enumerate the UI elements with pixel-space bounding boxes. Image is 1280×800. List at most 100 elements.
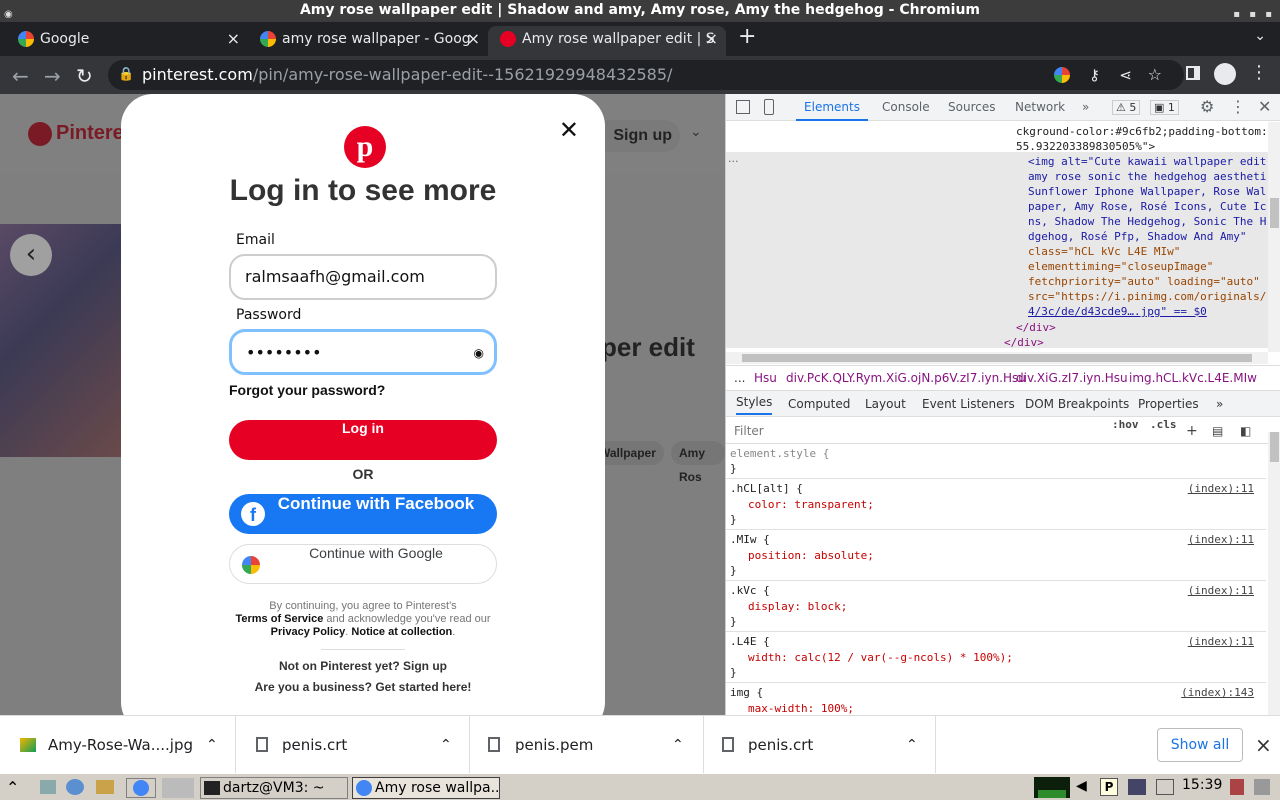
tab-computed[interactable]: Computed <box>788 391 850 417</box>
volume-icon[interactable]: ◀ <box>1076 778 1087 794</box>
globe-icon[interactable] <box>66 779 84 795</box>
rule-property[interactable]: max-width: 100%; <box>748 702 854 715</box>
tag-chip[interactable]: Amy Ros <box>671 441 725 484</box>
close-tab-icon[interactable]: × <box>227 26 240 52</box>
screenshot-icon[interactable] <box>1156 779 1174 795</box>
close-devtools-icon[interactable]: ✕ <box>1258 97 1271 116</box>
breadcrumb-ellipsis[interactable]: ... <box>734 366 745 390</box>
share-icon[interactable]: ⋖ <box>1119 60 1132 90</box>
style-rule[interactable]: .kVc { display: block; } (index):11 <box>726 582 1266 632</box>
device-toolbar-icon[interactable] <box>764 99 774 115</box>
breadcrumb-item[interactable]: div.PcK.QLY.Rym.XiG.ojN.p6V.zI7.iyn.Hsu <box>786 366 1026 390</box>
key-icon[interactable]: ⚷ <box>1089 60 1100 90</box>
google-lens-icon[interactable] <box>1054 67 1070 83</box>
chromium-launcher[interactable] <box>126 778 156 798</box>
tab-amy-rose-search[interactable]: amy rose wallpaper - Goog × <box>248 26 488 56</box>
back-chevron-icon[interactable]: ‹ <box>10 234 52 276</box>
inspect-element-icon[interactable] <box>736 100 750 114</box>
download-item[interactable]: Amy-Rose-Wa....jpg ⌃ <box>0 716 236 774</box>
lock-screen-icon[interactable] <box>1254 779 1270 795</box>
chevron-down-icon[interactable]: ⌄ <box>690 124 702 140</box>
more-tabs-icon[interactable]: » <box>1082 94 1089 121</box>
address-bar[interactable]: 🔒 pinterest.com/pin/amy-rose-wallpaper-e… <box>108 60 1184 90</box>
elements-horizontal-scrollbar[interactable] <box>726 352 1268 364</box>
blank-launcher[interactable] <box>162 778 194 798</box>
style-rule[interactable]: .L4E { width: calc(12 / var(--g-ncols) *… <box>726 633 1266 683</box>
issues-badge[interactable]: ▣ 1 <box>1150 100 1179 115</box>
node-ellipsis[interactable]: ... <box>728 152 739 165</box>
profile-avatar-icon[interactable] <box>1214 63 1236 85</box>
download-item[interactable]: penis.crt ⌃ <box>704 716 936 774</box>
email-field[interactable]: ralmsaafh@gmail.com <box>229 254 497 300</box>
tab-properties[interactable]: Properties <box>1138 391 1199 417</box>
bookmark-star-icon[interactable]: ☆ <box>1148 60 1162 90</box>
hover-state-toggle[interactable]: :hov <box>1112 418 1139 431</box>
reload-icon[interactable]: ↻ <box>76 64 93 88</box>
elements-tree[interactable]: ... ckground-color:#9c6fb2;padding-botto… <box>726 122 1268 352</box>
notice-at-collection-link[interactable]: Notice at collection <box>351 626 452 638</box>
chevron-up-icon[interactable]: ⌃ <box>206 716 218 774</box>
tab-elements[interactable]: Elements <box>796 94 868 121</box>
tab-sources[interactable]: Sources <box>948 94 995 121</box>
taskbar-chromium[interactable]: Amy rose wallpa... <box>352 777 500 799</box>
styles-filter-input[interactable]: Filter <box>734 418 764 444</box>
back-arrow-icon[interactable]: ← <box>12 64 29 88</box>
styles-scrollbar[interactable] <box>1268 432 1280 715</box>
rule-source-link[interactable]: (index):143 <box>1181 686 1254 699</box>
style-rule[interactable]: .hCL[alt] { color: transparent; } (index… <box>726 480 1266 530</box>
chevron-up-icon[interactable]: ⌃ <box>906 716 918 774</box>
rule-property[interactable]: display: block; <box>748 600 847 613</box>
folder-icon[interactable] <box>96 780 114 794</box>
tab-dom-breakpoints[interactable]: DOM Breakpoints <box>1025 391 1129 417</box>
show-password-eye-icon[interactable]: ◉ <box>474 332 484 374</box>
download-item[interactable]: penis.crt ⌃ <box>236 716 470 774</box>
more-panels-icon[interactable]: » <box>1216 391 1223 417</box>
chevron-up-icon[interactable]: ⌃ <box>440 716 452 774</box>
side-panel-icon[interactable] <box>1186 66 1200 80</box>
toggle-sidebar-icon[interactable]: ◧ <box>1240 418 1251 444</box>
rule-property[interactable]: color: transparent; <box>748 498 874 511</box>
close-tab-icon[interactable]: × <box>705 26 718 52</box>
show-desktop-icon[interactable] <box>40 780 56 794</box>
tab-layout[interactable]: Layout <box>865 391 906 417</box>
clipboard-icon[interactable]: P <box>1100 778 1118 796</box>
scrollbar-thumb[interactable] <box>1270 432 1279 462</box>
scrollbar-thumb[interactable] <box>742 354 1252 362</box>
code-line[interactable]: 4/3c/de/d43cde9….jpg" == $0 <box>1028 304 1207 319</box>
signup-link[interactable]: Not on Pinterest yet? Sign up <box>121 659 605 673</box>
business-link[interactable]: Are you a business? Get started here! <box>121 680 605 694</box>
terms-of-service-link[interactable]: Terms of Service <box>235 613 323 625</box>
tab-event-listeners[interactable]: Event Listeners <box>922 391 1015 417</box>
show-all-button[interactable]: Show all <box>1157 728 1243 762</box>
start-menu-icon[interactable]: ⌃ <box>6 778 19 797</box>
breadcrumb-item-selected[interactable]: img.hCL.kVc.L4E.MIw <box>1129 366 1257 390</box>
tab-network[interactable]: Network <box>1015 94 1065 121</box>
rule-source-link[interactable]: (index):11 <box>1188 584 1254 597</box>
login-button[interactable]: Log in <box>229 420 497 460</box>
close-modal-icon[interactable]: ✕ <box>559 116 579 144</box>
tab-google[interactable]: Google × <box>0 26 248 56</box>
password-field[interactable]: •••••••• ◉ <box>229 329 497 375</box>
download-item[interactable]: penis.pem ⌃ <box>470 716 704 774</box>
tab-styles[interactable]: Styles <box>736 391 773 415</box>
elements-vertical-scrollbar[interactable] <box>1268 122 1280 352</box>
rule-property[interactable]: width: calc(12 / var(--g-ncols) * 100%); <box>748 651 1013 664</box>
continue-with-google-button[interactable]: Continue with Google <box>229 544 497 584</box>
style-rule[interactable]: element.style { } <box>726 445 1266 479</box>
forgot-password-link[interactable]: Forgot your password? <box>229 382 385 398</box>
logout-icon[interactable] <box>1230 779 1244 795</box>
continue-with-facebook-button[interactable]: f Continue with Facebook <box>229 494 497 534</box>
tab-search-chevron-icon[interactable]: ⌄ <box>1254 28 1266 44</box>
menu-kebab-icon[interactable]: ⋮ <box>1250 62 1268 83</box>
tab-console[interactable]: Console <box>882 94 930 121</box>
rule-source-link[interactable]: (index):11 <box>1188 533 1254 546</box>
style-rule[interactable]: .MIw { position: absolute; } (index):11 <box>726 531 1266 581</box>
breadcrumb-item[interactable]: div.XiG.zI7.iyn.Hsu <box>1016 366 1128 390</box>
forward-arrow-icon[interactable]: → <box>44 64 61 88</box>
warnings-badge[interactable]: ⚠ 5 <box>1112 100 1141 115</box>
close-tab-icon[interactable]: × <box>467 26 480 52</box>
new-tab-button[interactable]: + <box>738 24 756 49</box>
computed-sidebar-icon[interactable]: ▤ <box>1212 418 1223 444</box>
breadcrumb-item[interactable]: Hsu <box>754 366 777 390</box>
style-rule[interactable]: img { max-width: 100%; (index):143 <box>726 684 1266 715</box>
